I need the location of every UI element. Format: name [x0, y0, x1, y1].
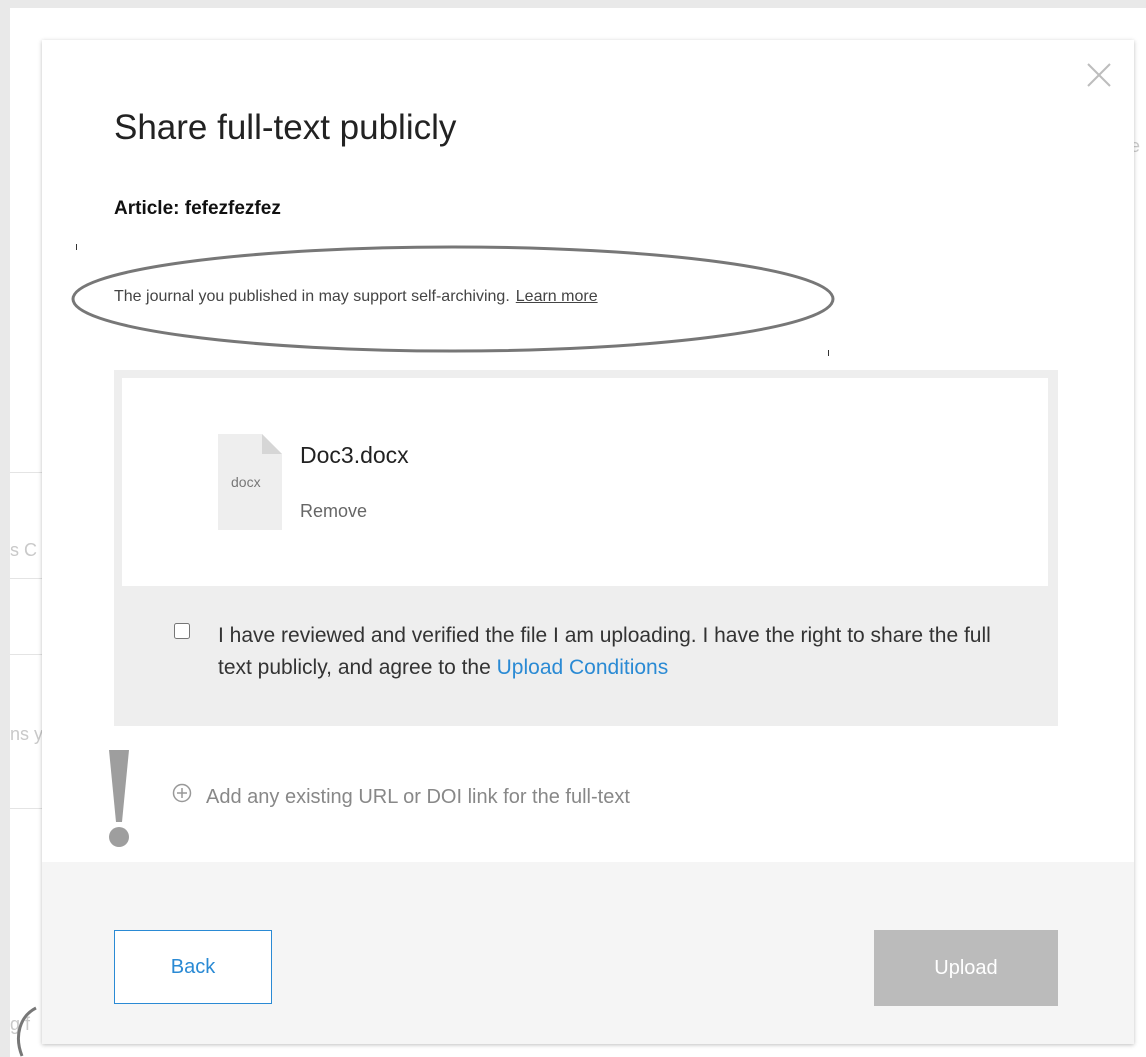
file-name: Doc3.docx — [300, 442, 409, 468]
annotation-circle-fragment — [17, 1006, 37, 1057]
share-fulltext-modal: Share full-text publicly Article: fefezf… — [42, 40, 1134, 1044]
self-archiving-note: The journal you published in may support… — [114, 288, 598, 306]
modal-footer: Back Upload — [42, 862, 1134, 1044]
consent-checkbox[interactable] — [174, 623, 190, 639]
add-circle-icon — [172, 783, 192, 809]
back-button[interactable]: Back — [114, 930, 272, 1004]
add-url-doi-link[interactable]: Add any existing URL or DOI link for the… — [172, 783, 630, 809]
learn-more-link[interactable]: Learn more — [516, 288, 598, 305]
file-card: docx Doc3.docx Remove — [122, 378, 1048, 586]
upload-panel: docx Doc3.docx Remove I have reviewed an… — [114, 370, 1058, 726]
bg-text-fragment: ns y — [10, 724, 44, 744]
consent-text: I have reviewed and verified the file I … — [218, 620, 1018, 684]
file-docx-icon: docx — [218, 434, 282, 535]
modal-title: Share full-text publicly — [114, 108, 457, 147]
bg-text-fragment: s C — [10, 540, 37, 560]
article-label: Article: fefezfezfez — [114, 198, 281, 219]
upload-conditions-link[interactable]: Upload Conditions — [497, 656, 669, 679]
close-icon[interactable] — [1086, 62, 1112, 88]
exclamation-icon — [106, 750, 132, 855]
upload-button[interactable]: Upload — [874, 930, 1058, 1006]
file-type-label: docx — [231, 474, 261, 490]
add-link-label: Add any existing URL or DOI link for the… — [206, 786, 630, 808]
self-archiving-text: The journal you published in may support… — [114, 288, 510, 305]
remove-file-link[interactable]: Remove — [300, 501, 367, 522]
